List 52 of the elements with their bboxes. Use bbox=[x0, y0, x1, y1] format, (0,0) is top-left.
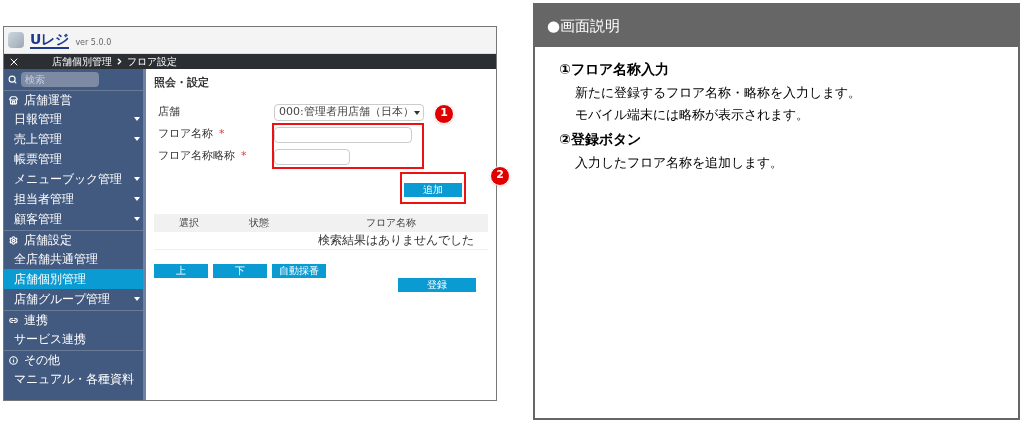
chevron-icon bbox=[115, 57, 124, 66]
app-logo: Uレジ bbox=[30, 31, 70, 49]
sidebar-item[interactable]: メニューブック管理 bbox=[4, 169, 143, 189]
sidebar-item[interactable]: マニュアル・各種資料 bbox=[4, 369, 143, 389]
section-heading: ①フロア名称入力 bbox=[559, 61, 670, 79]
callout-badge: 1 bbox=[434, 103, 454, 124]
description-text: 新たに登録するフロア名称・略称を入力します。 bbox=[574, 84, 862, 101]
field-label: フロア名称 * bbox=[157, 126, 226, 143]
link-icon bbox=[9, 315, 18, 325]
panel-title: ●画面説明 bbox=[547, 15, 621, 37]
sidebar-section-title: 店舗設定 bbox=[24, 232, 72, 249]
field-label: フロア名称略称 * bbox=[157, 148, 248, 165]
sidebar-item[interactable]: 店舗グループ管理 bbox=[4, 289, 143, 309]
search-field[interactable]: 検索 bbox=[21, 71, 99, 87]
sidebar-item[interactable]: 全店舗共通管理 bbox=[4, 249, 143, 269]
sidebar-item[interactable]: 担当者管理 bbox=[4, 189, 143, 209]
input-field[interactable] bbox=[274, 126, 412, 143]
description-text: モバイル端末には略称が表示されます。 bbox=[574, 106, 810, 123]
sidebar-item[interactable]: 日報管理 bbox=[4, 109, 143, 129]
sidebar-item[interactable]: 顧客管理 bbox=[4, 209, 143, 229]
section-heading: ②登録ボタン bbox=[559, 131, 642, 149]
column-header: 選択 bbox=[178, 216, 200, 230]
sidebar-section-title: 店舗運営 bbox=[24, 92, 72, 109]
logo-icon bbox=[8, 32, 24, 48]
caret-icon bbox=[134, 197, 140, 201]
caret-icon bbox=[413, 110, 420, 115]
store-icon bbox=[9, 95, 18, 105]
version-label: ver 5.0.0 bbox=[75, 37, 112, 49]
caret-icon bbox=[134, 177, 140, 181]
column-header: 状態 bbox=[248, 216, 270, 230]
page-title: 照会・設定 bbox=[154, 75, 210, 91]
breadcrumb-item[interactable]: 店舗個別管理 bbox=[52, 56, 112, 67]
sidebar-item[interactable]: サービス連携 bbox=[4, 329, 143, 349]
sidebar-section-title: 連携 bbox=[24, 312, 48, 329]
empty-message: 検索結果はありませんでした bbox=[318, 232, 474, 249]
caret-icon bbox=[134, 117, 140, 121]
caret-icon bbox=[134, 137, 140, 141]
sidebar-item[interactable]: 売上管理 bbox=[4, 129, 143, 149]
gear-icon bbox=[9, 235, 18, 245]
store-select[interactable]: 000:管理者用店舗（日本） bbox=[274, 104, 424, 121]
sidebar-section-title: その他 bbox=[24, 352, 60, 369]
description-text: 入力したフロア名称を追加します。 bbox=[574, 154, 784, 171]
column-header: フロア名称 bbox=[365, 216, 417, 230]
field-label: 店舗 bbox=[157, 104, 181, 121]
breadcrumb-item: フロア設定 bbox=[127, 56, 177, 67]
caret-icon bbox=[134, 297, 140, 301]
search-icon bbox=[8, 74, 17, 84]
input-field[interactable] bbox=[274, 148, 350, 165]
caret-icon bbox=[134, 217, 140, 221]
sidebar-item[interactable]: 帳票管理 bbox=[4, 149, 143, 169]
callout-badge: 2 bbox=[490, 165, 510, 186]
info-icon bbox=[9, 355, 18, 365]
